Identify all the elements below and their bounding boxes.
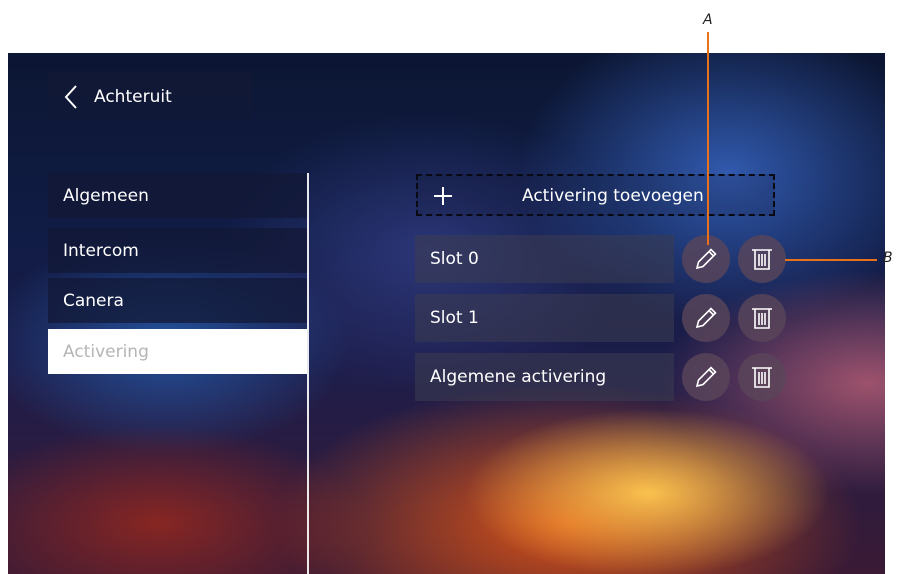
trash-icon <box>752 367 772 388</box>
pencil-icon <box>695 366 717 388</box>
edit-button[interactable] <box>682 353 730 401</box>
activation-label: Slot 0 <box>430 249 479 269</box>
callout-label-a: A <box>703 12 713 28</box>
sidebar-item-label: Intercom <box>63 240 139 261</box>
activation-item-slot-1[interactable]: Slot 1 <box>415 294 674 342</box>
device-screen: Achteruit Algemeen Intercom Canera Activ… <box>8 53 885 574</box>
panel-divider <box>307 173 309 574</box>
edit-button[interactable] <box>682 294 730 342</box>
activation-label: Slot 1 <box>430 308 479 328</box>
pencil-icon <box>695 248 717 270</box>
back-button[interactable]: Achteruit <box>48 73 253 120</box>
trash-icon <box>752 308 772 329</box>
callout-label-b: B <box>883 250 893 266</box>
delete-button[interactable] <box>738 294 786 342</box>
back-label: Achteruit <box>94 86 172 107</box>
add-activation-button[interactable]: Activering toevoegen <box>416 174 775 216</box>
delete-button[interactable] <box>738 353 786 401</box>
sidebar-item-intercom[interactable]: Intercom <box>48 228 307 273</box>
callout-line-b <box>785 259 877 261</box>
activation-item-slot-0[interactable]: Slot 0 <box>415 235 674 283</box>
sidebar-item-camera[interactable]: Canera <box>48 278 307 323</box>
sidebar-item-label: Canera <box>63 290 124 311</box>
delete-button[interactable] <box>738 235 786 283</box>
plus-icon <box>434 187 452 205</box>
sidebar-item-algemeen[interactable]: Algemeen <box>48 173 307 218</box>
pencil-icon <box>695 307 717 329</box>
trash-icon <box>752 249 772 270</box>
edit-button[interactable] <box>682 235 730 283</box>
sidebar-item-label: Algemeen <box>63 185 149 206</box>
sidebar-item-activering[interactable]: Activering <box>48 329 307 374</box>
add-activation-label: Activering toevoegen <box>522 186 704 206</box>
sidebar-item-label: Activering <box>63 341 149 362</box>
chevron-left-icon <box>64 84 77 109</box>
activation-item-algemene[interactable]: Algemene activering <box>415 353 674 401</box>
callout-line-a <box>707 32 709 245</box>
activation-label: Algemene activering <box>430 367 607 387</box>
